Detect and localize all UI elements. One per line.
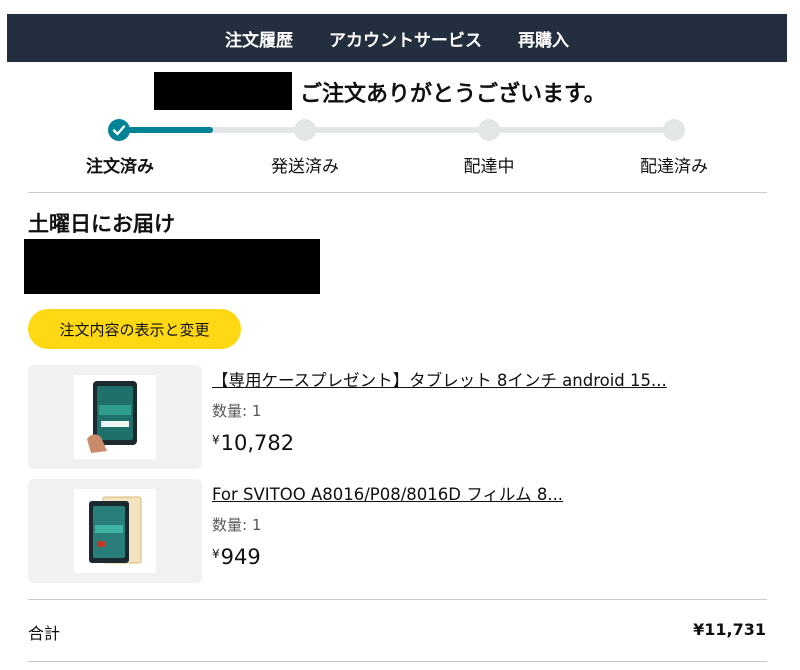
view-edit-order-button[interactable]: 注文内容の表示と変更 bbox=[28, 309, 241, 349]
order-thanks-heading: ご注文ありがとうございます。 bbox=[300, 82, 606, 107]
step-label-ordered: 注文済み bbox=[86, 157, 154, 177]
order-total-label: 合計 bbox=[28, 624, 61, 643]
redacted-delivery-address bbox=[24, 239, 320, 294]
redacted-customer-name bbox=[154, 72, 292, 110]
nav-account-services-link[interactable]: アカウントサービス bbox=[329, 26, 482, 51]
step-dot-out-for-delivery bbox=[478, 119, 500, 141]
screen-film-icon bbox=[89, 496, 142, 564]
summary-divider bbox=[28, 599, 767, 600]
item-thumbnail[interactable] bbox=[28, 365, 202, 469]
section-divider bbox=[28, 192, 767, 193]
tablet-product-image bbox=[74, 375, 156, 459]
top-nav-bar: 注文履歴 アカウントサービス 再購入 bbox=[7, 14, 787, 62]
step-dot-shipped bbox=[294, 119, 316, 141]
order-item: 【専用ケースプレゼント】タブレット 8インチ android 15... 数量:… bbox=[28, 365, 768, 469]
item-title-link[interactable]: For SVITOO A8016/P08/8016D フィルム 8... bbox=[212, 481, 563, 505]
step-label-out-for-delivery: 配達中 bbox=[463, 157, 515, 177]
item-price-value: 10,782 bbox=[220, 431, 295, 455]
item-thumbnail[interactable] bbox=[28, 479, 202, 583]
item-price: ¥949 bbox=[212, 545, 261, 569]
bottom-divider bbox=[28, 661, 767, 662]
item-title-link[interactable]: 【専用ケースプレゼント】タブレット 8インチ android 15... bbox=[212, 367, 667, 391]
order-item: For SVITOO A8016/P08/8016D フィルム 8... 数量:… bbox=[28, 479, 768, 583]
item-price-value: 949 bbox=[220, 545, 261, 569]
delivery-date-heading: 土曜日にお届け bbox=[28, 212, 175, 236]
checkmark-icon bbox=[112, 125, 126, 136]
progress-track-fill bbox=[119, 127, 213, 133]
step-label-delivered: 配達済み bbox=[640, 157, 708, 177]
currency-symbol: ¥ bbox=[212, 547, 220, 561]
item-quantity: 数量: 1 bbox=[212, 402, 262, 420]
nav-order-history-link[interactable]: 注文履歴 bbox=[225, 26, 293, 51]
item-quantity: 数量: 1 bbox=[212, 516, 262, 534]
nav-buy-again-link[interactable]: 再購入 bbox=[518, 26, 569, 51]
screen-film-product-image bbox=[74, 489, 156, 573]
currency-symbol: ¥ bbox=[212, 433, 220, 447]
step-dot-delivered bbox=[663, 119, 685, 141]
step-label-shipped: 発送済み bbox=[271, 157, 339, 177]
order-total-value: ¥11,731 bbox=[693, 620, 766, 639]
step-dot-ordered bbox=[108, 119, 130, 141]
item-price: ¥10,782 bbox=[212, 431, 294, 455]
tablet-icon bbox=[87, 381, 137, 453]
